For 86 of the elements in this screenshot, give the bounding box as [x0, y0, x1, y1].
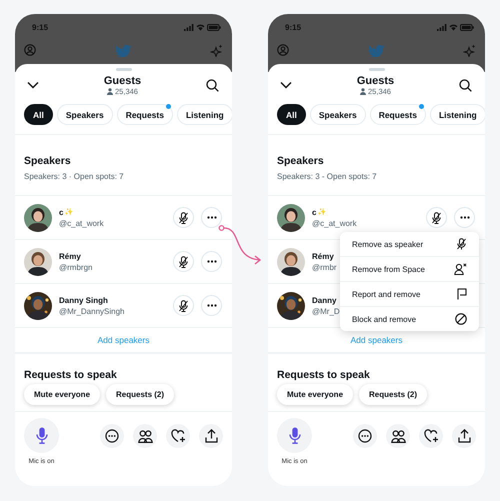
section-title: Requests to speak: [277, 369, 371, 381]
speaker-name: Danny: [312, 296, 336, 304]
more-button[interactable]: [201, 207, 222, 228]
speaker-name: Danny Singh: [59, 296, 108, 304]
person-icon: [360, 88, 366, 94]
mute-button[interactable]: [426, 207, 447, 228]
chevron-down-icon[interactable]: [27, 81, 39, 89]
sheet-title: Guests: [104, 74, 142, 86]
mute-button[interactable]: [173, 251, 194, 272]
more-button[interactable]: [201, 251, 222, 272]
mic-off-icon: [456, 238, 467, 250]
battery-icon: [460, 24, 474, 30]
filter-tab[interactable]: Listening: [430, 104, 485, 125]
pill-button[interactable]: Requests (2): [106, 384, 174, 405]
chat-icon[interactable]: [100, 424, 124, 448]
speaker-handle: @Mr_D: [312, 306, 340, 316]
speaker-name: Rémy: [59, 252, 81, 260]
section-title: Speakers: [277, 155, 325, 167]
heart-plus-icon[interactable]: [419, 424, 443, 448]
mic-button[interactable]: [24, 418, 59, 453]
flag-icon: [457, 288, 467, 300]
speaker-name: Rémy: [312, 252, 334, 260]
wifi-icon: [196, 24, 205, 30]
chat-icon[interactable]: [353, 424, 377, 448]
mute-button[interactable]: [173, 295, 194, 316]
person-icon: [107, 88, 114, 94]
more-button[interactable]: [454, 207, 475, 228]
filter-tab[interactable]: Speakers: [310, 104, 366, 125]
search-icon[interactable]: [206, 78, 219, 92]
mute-button[interactable]: [173, 207, 194, 228]
more-icon: [206, 260, 216, 263]
section-title: Requests to speak: [24, 369, 118, 381]
bird-icon: [368, 43, 384, 57]
mic-button[interactable]: [277, 418, 312, 453]
more-icon: [460, 216, 470, 219]
speaker-handle: @rmbr: [312, 262, 337, 272]
search-icon[interactable]: [458, 78, 472, 92]
speaker-handle: @rmbrgn: [59, 262, 92, 272]
speaker-name: c: [59, 208, 64, 216]
speaker-handle: @c_at_work: [312, 218, 357, 228]
status-time: 9:15: [285, 22, 302, 32]
signal-icon: [184, 24, 194, 30]
menu-item[interactable]: Remove from Space: [340, 257, 479, 282]
drag-handle[interactable]: [116, 68, 132, 71]
signal-icon: [437, 24, 447, 30]
menu-item[interactable]: Report and remove: [340, 282, 479, 307]
pill-button[interactable]: Requests (2): [359, 384, 428, 405]
share-icon[interactable]: [199, 424, 223, 448]
status-time: 9:15: [32, 22, 48, 32]
block-icon: [455, 313, 467, 325]
mic-off-icon: [178, 256, 189, 268]
mic-off-icon: [431, 212, 442, 224]
menu-item[interactable]: Remove as speaker: [340, 232, 479, 257]
filter-tab[interactable]: All: [24, 104, 53, 125]
filter-tab[interactable]: Speakers: [56, 104, 113, 125]
section-title: Speakers: [24, 155, 72, 167]
bird-icon: [114, 43, 132, 57]
section-summary: Speakers: 3 · Open spots: 7: [24, 172, 125, 181]
section-summary: Speakers: 3 - Open spots: 7: [277, 172, 378, 181]
speaker-name: c: [312, 208, 316, 216]
mic-icon: [36, 427, 48, 444]
person-remove-icon: [454, 263, 467, 275]
battery-icon: [207, 24, 221, 30]
share-icon[interactable]: [452, 424, 476, 448]
pill-button[interactable]: Mute everyone: [24, 384, 100, 405]
pill-button[interactable]: Mute everyone: [277, 384, 354, 405]
heart-plus-icon[interactable]: [166, 424, 190, 448]
more-icon: [206, 304, 216, 307]
more-button[interactable]: [201, 295, 222, 316]
more-icon: [206, 216, 216, 219]
drag-handle[interactable]: [368, 68, 384, 71]
speaker-handle: @Mr_DannySingh: [59, 306, 124, 316]
filter-tab[interactable]: Requests: [116, 104, 173, 125]
mic-off-icon: [178, 212, 189, 224]
speaker-handle: @c_at_work: [59, 218, 104, 228]
filter-tab[interactable]: Requests: [370, 104, 426, 125]
people-icon[interactable]: [133, 424, 157, 448]
filter-tab[interactable]: All: [277, 104, 306, 125]
chevron-down-icon[interactable]: [280, 81, 292, 89]
filter-tab[interactable]: Listening: [176, 104, 232, 125]
mic-icon: [288, 427, 300, 444]
people-icon[interactable]: [386, 424, 410, 448]
mic-off-icon: [178, 300, 189, 312]
wifi-icon: [449, 24, 458, 30]
menu-item[interactable]: Block and remove: [340, 307, 479, 331]
sheet-title: Guests: [356, 74, 394, 86]
